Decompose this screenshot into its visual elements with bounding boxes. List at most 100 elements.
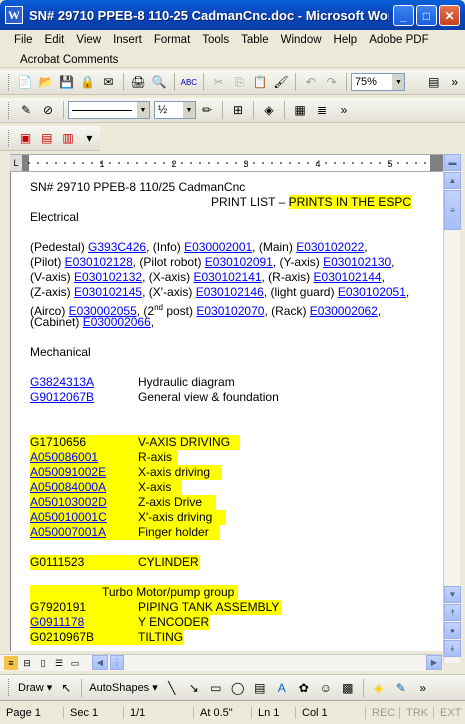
toolbar-grip[interactable] [8,73,11,91]
web-layout-icon[interactable]: ⊟ [20,656,34,670]
cut-icon[interactable]: ✂ [210,73,227,91]
rectangle-icon[interactable]: ▭ [207,679,225,697]
status-ext[interactable]: EXT [434,707,465,719]
border-color-icon[interactable]: ✏ [198,101,216,119]
diagram-icon[interactable]: ✿ [295,679,313,697]
drawing-link[interactable]: E030102146 [196,285,264,299]
vaxis-part-link[interactable]: A050084000A [30,480,138,495]
arrow-icon[interactable]: ↘ [185,679,203,697]
permission-icon[interactable]: 🔒 [79,73,96,91]
vaxis-part-link[interactable]: A050103002D [30,495,138,510]
clear-icon[interactable]: ⊘ [39,101,57,119]
line-weight-combo[interactable]: ½ ▼ [154,101,196,119]
undo-icon[interactable]: ↶ [302,73,319,91]
draw-menu[interactable]: Draw ▾ [15,681,55,694]
scroll-thumb[interactable]: ≡ [444,190,461,230]
clip-art-icon[interactable]: ☺ [317,679,335,697]
toolbar-grip[interactable] [8,679,11,696]
horizontal-scrollbar[interactable]: ≡ ⊟ ▯ ☰ ▭ ◀ ⋮ ▶ [0,654,443,671]
toolbar-grip[interactable] [8,129,11,147]
text-box-icon[interactable]: ▤ [251,679,269,697]
hscroll-thumb[interactable]: ⋮ [110,655,124,670]
split-handle[interactable]: ▬ [444,154,461,171]
fill-color-icon[interactable]: ◈ [370,679,388,697]
menu-window[interactable]: Window [275,34,328,46]
chevron-down-icon[interactable]: ▼ [137,102,149,118]
mech-part-link[interactable]: G3824313A [30,375,94,390]
drawing-link[interactable]: E030102141 [193,270,261,284]
line-style-combo[interactable]: ▼ [68,101,150,119]
document-page[interactable]: SN# 29710 PPEB-8 110/25 CadmanCnc PRINT … [10,172,443,651]
convert-and-review-icon[interactable]: ▥ [59,129,76,147]
oval-icon[interactable]: ◯ [229,679,247,697]
save-icon[interactable]: 💾 [59,73,76,91]
print-layout-icon[interactable]: ▯ [36,656,50,670]
convert-and-email-icon[interactable]: ▤ [38,129,55,147]
toolbar-options-icon[interactable]: ▾ [81,129,98,147]
mech-part-link[interactable]: G9012067B [30,390,94,405]
drawing-link[interactable]: E030102132 [74,270,142,284]
chevron-down-icon[interactable]: ▼ [392,74,405,90]
drawing-link[interactable]: E030102051 [338,285,406,299]
select-browse-object-button[interactable]: ● [444,622,461,639]
drawing-link[interactable]: E030102128 [65,255,133,269]
word-app-icon[interactable]: W [5,6,23,24]
convert-to-pdf-icon[interactable]: ▣ [17,129,34,147]
previous-page-button[interactable]: ⯭ [444,604,461,621]
toolbar-options-icon[interactable]: » [446,73,463,91]
menu-adobe-pdf[interactable]: Adobe PDF [363,34,434,46]
menu-table[interactable]: Table [235,34,275,46]
drawing-link[interactable]: E030002066 [83,315,151,329]
scroll-up-button[interactable]: ▲ [444,172,461,189]
read-icon[interactable]: ▤ [425,73,442,91]
format-painter-icon[interactable]: 🖌 [273,73,290,91]
redo-icon[interactable]: ↷ [323,73,340,91]
turbo-part-link[interactable]: G0911178 [30,615,138,630]
new-document-icon[interactable]: 📄 [17,73,34,91]
minimize-button[interactable]: _ [393,5,414,26]
borders-icon[interactable]: ⊞ [229,101,247,119]
menu-format[interactable]: Format [148,34,196,46]
drawing-link[interactable]: E030102130 [323,255,391,269]
print-preview-icon[interactable]: 🔍 [151,73,168,91]
vaxis-part-link[interactable]: A050086001 [30,450,138,465]
drawing-link[interactable]: G393C426 [88,240,146,254]
status-trk[interactable]: TRK [400,706,434,719]
vaxis-part-link[interactable]: A050007001A [30,525,138,540]
insert-table-icon[interactable]: ▦ [291,101,309,119]
paste-icon[interactable]: 📋 [252,73,269,91]
drawing-link[interactable]: E030002062 [310,304,378,318]
drawing-link[interactable]: E030102091 [205,255,273,269]
toolbar-options-icon[interactable]: » [335,101,353,119]
menu-acrobat-comments[interactable]: Acrobat Comments [14,54,124,66]
menu-insert[interactable]: Insert [107,34,148,46]
chevron-down-icon[interactable]: ▼ [183,102,195,118]
autoshapes-menu[interactable]: AutoShapes ▾ [86,681,161,694]
close-button[interactable]: ✕ [439,5,460,26]
distribute-icon[interactable]: ≣ [313,101,331,119]
scroll-down-button[interactable]: ▼ [444,586,461,603]
vaxis-part-link[interactable]: A050010001C [30,510,138,525]
spelling-icon[interactable]: ABC [180,73,197,91]
menu-file[interactable]: File [8,34,39,46]
scroll-right-button[interactable]: ▶ [426,655,442,670]
reading-layout-icon[interactable]: ▭ [68,656,82,670]
maximize-button[interactable]: □ [416,5,437,26]
vertical-scrollbar[interactable]: ▬ ▲ ≡ ▼ ⯭ ● ⯯ [443,154,461,663]
next-page-button[interactable]: ⯯ [444,640,461,657]
menu-tools[interactable]: Tools [196,34,235,46]
status-rec[interactable]: REC [366,706,400,719]
horizontal-ruler[interactable]: L 12345 [10,154,443,172]
zoom-combo[interactable]: 75% ▼ [350,73,406,91]
copy-icon[interactable]: ⎘ [231,73,248,91]
drawing-link[interactable]: E030002001 [184,240,252,254]
drawing-link[interactable]: E030102144 [314,270,382,284]
wordart-icon[interactable]: A [273,679,291,697]
shading-icon[interactable]: ◈ [260,101,278,119]
vaxis-part-link[interactable]: A050091002E [30,465,138,480]
menu-help[interactable]: Help [328,34,364,46]
scroll-left-button[interactable]: ◀ [92,655,108,670]
email-icon[interactable]: ✉ [100,73,117,91]
open-folder-icon[interactable]: 📂 [38,73,55,91]
drawing-link[interactable]: E030102022 [296,240,364,254]
